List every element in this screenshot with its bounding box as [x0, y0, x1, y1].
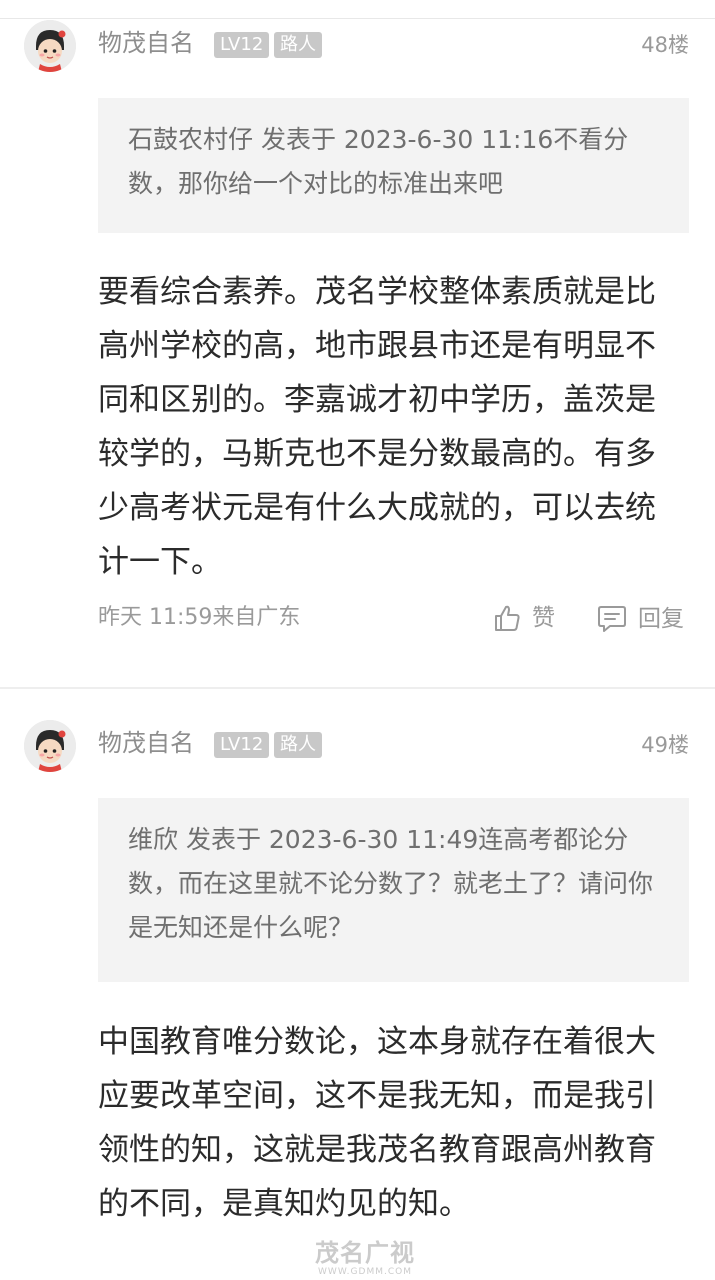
quote-text: 石鼓农村仔 发表于 2023-6-30 11:16不看分数，那你给一个对比的标准…	[128, 125, 629, 198]
level-badge: LV12	[214, 32, 270, 58]
quote-block[interactable]: 维欣 发表于 2023-6-30 11:49连高考都论分数，而在这里就不论分数了…	[98, 798, 689, 982]
avatar-icon	[24, 720, 76, 772]
watermark-text: 茂名广视	[315, 1239, 415, 1267]
avatar[interactable]	[24, 20, 76, 72]
avatar-icon	[24, 20, 76, 72]
floor-number: 48楼	[641, 33, 689, 57]
role-badge: 路人	[274, 32, 322, 58]
floor-number: 49楼	[641, 733, 689, 757]
reply-label: 回复	[638, 606, 684, 632]
watermark-url: WWW.GDMM.COM	[318, 1267, 412, 1277]
thumbs-up-icon	[495, 605, 520, 631]
role-badge: 路人	[274, 732, 322, 758]
author-name[interactable]: 物茂自名	[98, 728, 194, 758]
like-label: 赞	[532, 605, 555, 631]
author-name[interactable]: 物茂自名	[98, 28, 194, 58]
post-time-location: 昨天 11:59来自广东	[98, 605, 301, 630]
level-badge: LV12	[214, 732, 270, 758]
quote-block[interactable]: 石鼓农村仔 发表于 2023-6-30 11:16不看分数，那你给一个对比的标准…	[98, 98, 689, 233]
site-watermark: 茂名广视 WWW.GDMM.COM	[265, 1238, 465, 1277]
reply-button[interactable]: 回复	[596, 603, 684, 635]
post-divider	[0, 687, 715, 689]
comment-icon	[598, 606, 626, 632]
post-body: 中国教育唯分数论，这本身就存在着很大应要改革空间，这不是我无知，而是我引领性的知…	[98, 1024, 656, 1222]
thread-page: 物茂自名 LV12 路人 48楼 石鼓农村仔 发表于 2023-6-30 11:…	[0, 0, 715, 1280]
quote-text: 维欣 发表于 2023-6-30 11:49连高考都论分数，而在这里就不论分数了…	[128, 825, 654, 942]
avatar[interactable]	[24, 720, 76, 772]
post-body: 要看综合素养。茂名学校整体素质就是比高州学校的高，地市跟县市还是有明显不同和区别…	[98, 274, 656, 580]
top-divider	[0, 18, 715, 19]
like-button[interactable]: 赞	[492, 603, 555, 633]
